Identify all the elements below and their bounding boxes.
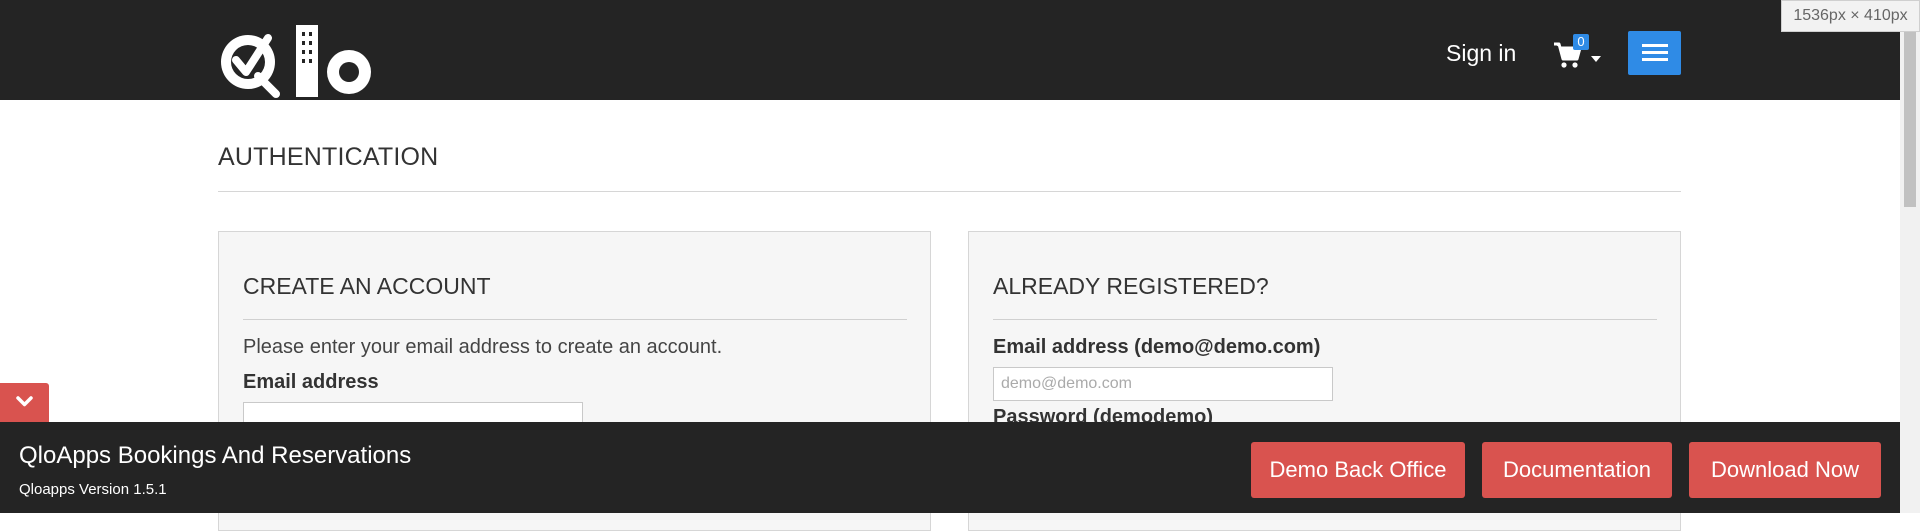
top-header: Sign in 0 [0,0,1900,100]
hamburger-menu-icon [1642,44,1668,47]
download-now-button[interactable]: Download Now [1689,442,1881,498]
page-title: AUTHENTICATION [218,143,439,171]
chevron-down-icon [16,396,33,407]
scrollbar-thumb[interactable] [1904,32,1916,207]
heading-divider [218,191,1681,192]
already-registered-divider [993,319,1657,320]
footer-version: Qloapps Version 1.5.1 [19,481,167,498]
qlo-logo-icon [221,25,371,98]
create-account-title: CREATE AN ACCOUNT [243,273,491,299]
login-email-input[interactable] [993,367,1333,401]
sign-in-link[interactable]: Sign in [1446,40,1516,67]
viewport-size-tag: 1536px × 410px [1781,0,1920,32]
cart-count-badge: 0 [1573,34,1589,50]
already-registered-title: ALREADY REGISTERED? [993,273,1269,299]
demo-footer-bar: QloApps Bookings And Reservations Qloapp… [0,422,1900,513]
caret-down-icon [1591,56,1601,62]
hamburger-menu-button[interactable] [1628,31,1681,75]
create-account-divider [243,319,907,320]
collapse-footer-button[interactable] [0,383,49,422]
documentation-button[interactable]: Documentation [1482,442,1672,498]
qlo-logo[interactable] [216,22,376,100]
demo-back-office-button[interactable]: Demo Back Office [1251,442,1465,498]
create-account-email-label: Email address [243,371,379,393]
create-account-description: Please enter your email address to creat… [243,336,723,358]
login-email-label: Email address (demo@demo.com) [993,336,1321,358]
footer-title: QloApps Bookings And Reservations [19,442,412,469]
vertical-scrollbar[interactable] [1900,32,1920,513]
